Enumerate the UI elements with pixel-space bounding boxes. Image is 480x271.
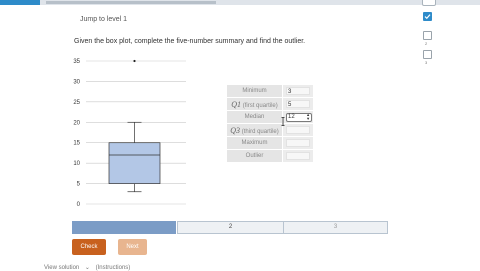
progress-segment-3[interactable]: 3 — [283, 221, 388, 234]
box-plot: 0 5 10 15 20 25 30 35 — [73, 59, 186, 208]
level-3-checkbox[interactable] — [423, 50, 432, 59]
top-bar-accent — [0, 0, 40, 5]
corner-button[interactable] — [422, 0, 436, 6]
y-tick-label: 20 — [73, 120, 80, 126]
summary-row: Minimum 3 — [225, 84, 314, 98]
summary-value-cell: 5 — [282, 97, 314, 111]
summary-row: Median 12 ▲ ▼ — [225, 110, 314, 124]
summary-label-text: Maximum — [241, 140, 268, 146]
y-tick-label: 15 — [73, 141, 80, 147]
top-bar — [0, 0, 480, 5]
summary-row: Q1 (first quartile) 5 — [225, 97, 314, 111]
summary-value-cell — [282, 149, 314, 163]
summary-input[interactable]: 5 — [286, 100, 311, 108]
summary-input[interactable]: 3 — [286, 87, 311, 95]
y-tick-label: 0 — [77, 202, 81, 208]
summary-label-text: (first quartile) — [241, 102, 278, 109]
progress-segment-2[interactable]: 2 — [177, 221, 284, 234]
summary-input[interactable] — [286, 139, 311, 147]
jump-to-level[interactable]: Jump to level 1 — [80, 16, 127, 23]
summary-label-text: (third quartile) — [240, 128, 279, 135]
iqr-box — [108, 142, 161, 184]
summary-label: Q1 (first quartile) — [225, 97, 284, 111]
question-prompt: Given the box plot, complete the five-nu… — [74, 38, 306, 45]
median-stepper[interactable]: 12 ▲ ▼ — [286, 112, 313, 122]
next-button[interactable]: Next — [118, 239, 147, 255]
summary-value-cell: 12 ▲ ▼ — [282, 110, 314, 124]
quartile-variable: Q3 — [230, 125, 241, 135]
instructions-link[interactable]: (Instructions) — [96, 265, 131, 271]
summary-row: Outlier — [225, 149, 314, 163]
summary-row: Maximum — [225, 136, 314, 150]
progress-fill — [72, 221, 177, 234]
summary-value-cell — [282, 123, 314, 137]
progress-bar: 2 3 — [72, 221, 388, 234]
checkmark-icon — [424, 14, 431, 20]
chevron-down-icon: ⌄ — [84, 265, 90, 271]
summary-value-cell: 3 — [282, 84, 314, 98]
summary-label-text: Outlier — [245, 153, 264, 159]
level-3-number: 3 — [425, 60, 428, 65]
summary-label-text: Minimum — [242, 88, 267, 94]
summary-input[interactable] — [286, 126, 311, 134]
level-2-number: 2 — [425, 41, 428, 46]
y-tick-label: 10 — [73, 161, 80, 167]
level-1-complete-checkbox[interactable] — [423, 12, 432, 21]
summary-label: Q3 (third quartile) — [225, 123, 284, 137]
y-tick-label: 30 — [73, 79, 80, 85]
view-solution-link[interactable]: View solution — [44, 265, 79, 271]
summary-label-text: Median — [244, 114, 265, 120]
summary-label: Median — [225, 110, 284, 124]
median-stepper-value: 12 — [288, 114, 295, 120]
summary-label: Minimum — [225, 84, 284, 98]
check-button[interactable]: Check — [72, 239, 106, 255]
text-cursor-icon — [281, 117, 285, 126]
summary-value-cell — [282, 136, 314, 150]
level-2-checkbox[interactable] — [423, 31, 432, 40]
outlier-point — [133, 59, 136, 63]
summary-label: Outlier — [225, 149, 284, 163]
summary-row: Q3 (third quartile) — [225, 123, 314, 137]
y-tick-label: 5 — [77, 182, 81, 188]
five-number-summary-table: Minimum 3 Q1 (first quartile) 5 Median 12 ▲ ▼ Q3… — [225, 84, 314, 163]
stepper-arrows-icon[interactable]: ▲ ▼ — [306, 113, 310, 121]
quartile-variable: Q1 — [231, 99, 242, 109]
top-bar-title — [46, 1, 216, 4]
summary-label: Maximum — [225, 136, 284, 150]
summary-input[interactable] — [286, 152, 311, 160]
y-tick-label: 35 — [73, 59, 80, 65]
y-tick-label: 25 — [73, 100, 80, 106]
